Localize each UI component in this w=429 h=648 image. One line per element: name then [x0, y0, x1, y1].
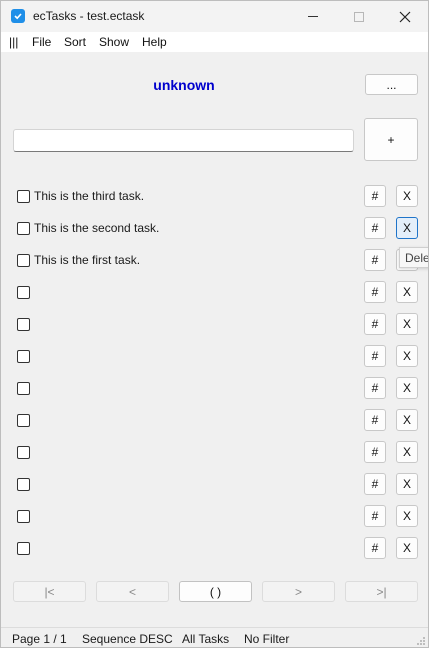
task-checkbox[interactable]	[17, 350, 30, 363]
task-number-button[interactable]: #	[364, 345, 386, 367]
status-filter: No Filter	[244, 632, 290, 646]
task-number-button[interactable]: #	[364, 377, 386, 399]
first-page-button[interactable]: |<	[13, 581, 86, 602]
task-checkbox[interactable]	[17, 222, 30, 235]
app-checkbox-icon	[11, 9, 25, 23]
app-window: ecTasks - test.ectask ||| File Sort Show…	[0, 0, 429, 648]
close-icon	[399, 11, 411, 22]
task-number-button[interactable]: #	[364, 313, 386, 335]
task-checkbox[interactable]	[17, 286, 30, 299]
task-delete-button[interactable]: X	[396, 345, 418, 367]
task-delete-button[interactable]: X	[396, 505, 418, 527]
last-page-button[interactable]: >|	[345, 581, 418, 602]
task-checkbox[interactable]	[17, 510, 30, 523]
task-row: # X	[1, 280, 428, 304]
task-row: # X	[1, 536, 428, 560]
menu-help[interactable]: Help	[142, 35, 167, 49]
task-delete-button[interactable]: X	[396, 409, 418, 431]
task-delete-button[interactable]: X	[396, 377, 418, 399]
task-delete-button[interactable]: X	[396, 281, 418, 303]
task-row: # X	[1, 472, 428, 496]
task-number-button[interactable]: #	[364, 409, 386, 431]
task-number-button[interactable]: #	[364, 441, 386, 463]
add-task-button[interactable]: +	[364, 118, 418, 161]
minimize-button[interactable]	[290, 1, 336, 32]
task-number-button[interactable]: #	[364, 281, 386, 303]
task-row: # X	[1, 376, 428, 400]
status-show: All Tasks	[182, 632, 230, 646]
task-text[interactable]: This is the first task.	[34, 253, 140, 267]
next-page-button[interactable]: >	[262, 581, 335, 602]
task-row: # X	[1, 344, 428, 368]
task-number-button[interactable]: #	[364, 505, 386, 527]
task-checkbox[interactable]	[17, 254, 30, 267]
prev-page-button[interactable]: <	[96, 581, 169, 602]
task-delete-button[interactable]: X	[396, 441, 418, 463]
task-checkbox[interactable]	[17, 414, 30, 427]
task-row: # X	[1, 312, 428, 336]
task-number-button[interactable]: #	[364, 249, 386, 271]
task-checkbox[interactable]	[17, 446, 30, 459]
task-row: # X	[1, 504, 428, 528]
task-row: # X	[1, 408, 428, 432]
task-text[interactable]: This is the second task.	[34, 221, 159, 235]
close-button[interactable]	[382, 1, 428, 32]
task-checkbox[interactable]	[17, 542, 30, 555]
task-row: This is the second task. # X	[1, 216, 428, 240]
menu-bar: ||| File Sort Show Help	[1, 32, 428, 52]
task-delete-button[interactable]: X	[396, 473, 418, 495]
menu-handle[interactable]: |||	[9, 35, 18, 49]
task-delete-button[interactable]: X	[396, 185, 418, 207]
menu-sort[interactable]: Sort	[64, 35, 86, 49]
maximize-icon	[354, 11, 364, 22]
task-delete-button[interactable]: X	[396, 537, 418, 559]
minimize-icon	[308, 16, 318, 17]
window-title: ecTasks - test.ectask	[33, 9, 145, 23]
more-button[interactable]: ...	[365, 74, 418, 95]
resize-grip-icon[interactable]	[416, 636, 426, 646]
task-checkbox[interactable]	[17, 382, 30, 395]
status-page: Page 1 / 1	[12, 632, 67, 646]
task-row: This is the first task.#X	[1, 248, 428, 272]
task-list-title: unknown	[153, 77, 215, 93]
task-number-button[interactable]: #	[364, 537, 386, 559]
task-checkbox[interactable]	[17, 318, 30, 331]
task-delete-button[interactable]: X	[396, 217, 418, 239]
title-bar: ecTasks - test.ectask	[1, 1, 428, 32]
menu-show[interactable]: Show	[99, 35, 129, 49]
menu-file[interactable]: File	[32, 35, 51, 49]
task-checkbox[interactable]	[17, 478, 30, 491]
task-checkbox[interactable]	[17, 190, 30, 203]
task-text[interactable]: This is the third task.	[34, 189, 144, 203]
delete-tooltip: Delet	[399, 247, 428, 268]
new-task-input[interactable]	[13, 129, 354, 152]
task-number-button[interactable]: #	[364, 217, 386, 239]
status-bar: Page 1 / 1 Sequence DESC All Tasks No Fi…	[1, 627, 428, 647]
maximize-button[interactable]	[336, 1, 382, 32]
center-page-button[interactable]: ( )	[179, 581, 252, 602]
task-row: # X	[1, 440, 428, 464]
task-row: This is the third task. # X	[1, 184, 428, 208]
task-number-button[interactable]: #	[364, 185, 386, 207]
status-sort: Sequence DESC	[82, 632, 173, 646]
task-delete-button[interactable]: X	[396, 313, 418, 335]
task-number-button[interactable]: #	[364, 473, 386, 495]
